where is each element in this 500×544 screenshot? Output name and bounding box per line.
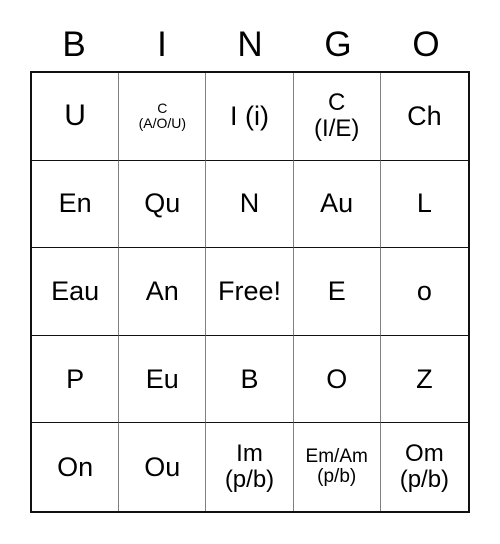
bingo-cell-label: P xyxy=(66,363,85,394)
bingo-cell-label: An xyxy=(145,275,179,306)
bingo-cell-r3c5[interactable]: o xyxy=(380,248,468,336)
bingo-cell-r5c3[interactable]: Im (p/b) xyxy=(206,423,294,511)
bingo-header-letter-b: B xyxy=(62,24,86,64)
bingo-cell-r3c1[interactable]: Eau xyxy=(32,248,120,336)
bingo-cell-label: C (A/O/U) xyxy=(138,100,187,132)
bingo-cell-r5c1[interactable]: On xyxy=(32,423,120,511)
bingo-cell-r4c4[interactable]: O xyxy=(293,335,381,424)
bingo-cell-r4c3[interactable]: B xyxy=(206,335,294,424)
bingo-header-letter-o: O xyxy=(412,24,440,64)
bingo-card: B I N G O U C (A/O/U) I (i) C (I/E) Ch En Qu N Au L Ea… xyxy=(0,0,500,544)
bingo-cell-label: Ch xyxy=(407,100,442,131)
bingo-cell-label: Eau xyxy=(51,275,100,306)
bingo-cell-label: Z xyxy=(416,363,433,394)
bingo-cell-r1c1[interactable]: U xyxy=(32,73,120,161)
bingo-cell-r2c1[interactable]: En xyxy=(32,160,120,249)
bingo-cell-label: C (I/E) xyxy=(314,89,360,143)
bingo-cell-label: Qu xyxy=(144,188,181,219)
bingo-cell-label: Eu xyxy=(145,363,179,394)
bingo-cell-label: I (i) xyxy=(230,100,269,131)
bingo-cell-label: L xyxy=(416,188,432,219)
bingo-grid: U C (A/O/U) I (i) C (I/E) Ch En Qu N Au L Eau An Fre… xyxy=(30,71,470,513)
bingo-cell-r4c5[interactable]: Z xyxy=(380,335,468,424)
bingo-cell-label: B xyxy=(240,363,259,394)
bingo-cell-label: N xyxy=(239,188,260,219)
bingo-cell-r3c2[interactable]: An xyxy=(119,248,207,336)
bingo-cell-r2c4[interactable]: Au xyxy=(293,160,381,249)
bingo-cell-r1c2[interactable]: C (A/O/U) xyxy=(119,73,207,161)
bingo-header-letter-n: N xyxy=(237,24,263,64)
bingo-cell-r1c4[interactable]: C (I/E) xyxy=(293,73,381,161)
bingo-cell-r4c1[interactable]: P xyxy=(32,335,120,424)
bingo-cell-r2c2[interactable]: Qu xyxy=(119,160,207,249)
bingo-cell-r2c5[interactable]: L xyxy=(380,160,468,249)
bingo-cell-r3c3[interactable]: Free! xyxy=(206,248,294,336)
bingo-header-letter-i: I xyxy=(157,24,167,64)
bingo-cell-r4c2[interactable]: Eu xyxy=(119,335,207,424)
bingo-cell-r1c3[interactable]: I (i) xyxy=(206,73,294,161)
bingo-cell-r5c4[interactable]: Em/Am (p/b) xyxy=(293,423,381,511)
bingo-header-letter-g: G xyxy=(324,24,352,64)
bingo-cell-label: O xyxy=(326,363,348,394)
bingo-cell-label: U xyxy=(64,99,86,133)
bingo-cell-r5c5[interactable]: Om (p/b) xyxy=(380,423,468,511)
bingo-header-row: BINGO xyxy=(30,18,470,70)
bingo-cell-r2c3[interactable]: N xyxy=(206,160,294,249)
bingo-cell-label: Ou xyxy=(144,451,181,482)
bingo-cell-label: Om (p/b) xyxy=(399,440,450,494)
bingo-cell-label: Free! xyxy=(217,275,281,306)
bingo-cell-r1c5[interactable]: Ch xyxy=(380,73,468,161)
bingo-cell-label: o xyxy=(416,275,432,306)
bingo-cell-label: Au xyxy=(320,188,354,219)
bingo-cell-r5c2[interactable]: Ou xyxy=(119,423,207,511)
bingo-cell-label: En xyxy=(58,188,92,219)
bingo-cell-label: E xyxy=(327,275,346,306)
bingo-cell-label: Em/Am (p/b) xyxy=(305,445,368,488)
bingo-cell-r3c4[interactable]: E xyxy=(293,248,381,336)
bingo-cell-label: On xyxy=(57,451,94,482)
bingo-cell-label: Im (p/b) xyxy=(224,440,275,494)
